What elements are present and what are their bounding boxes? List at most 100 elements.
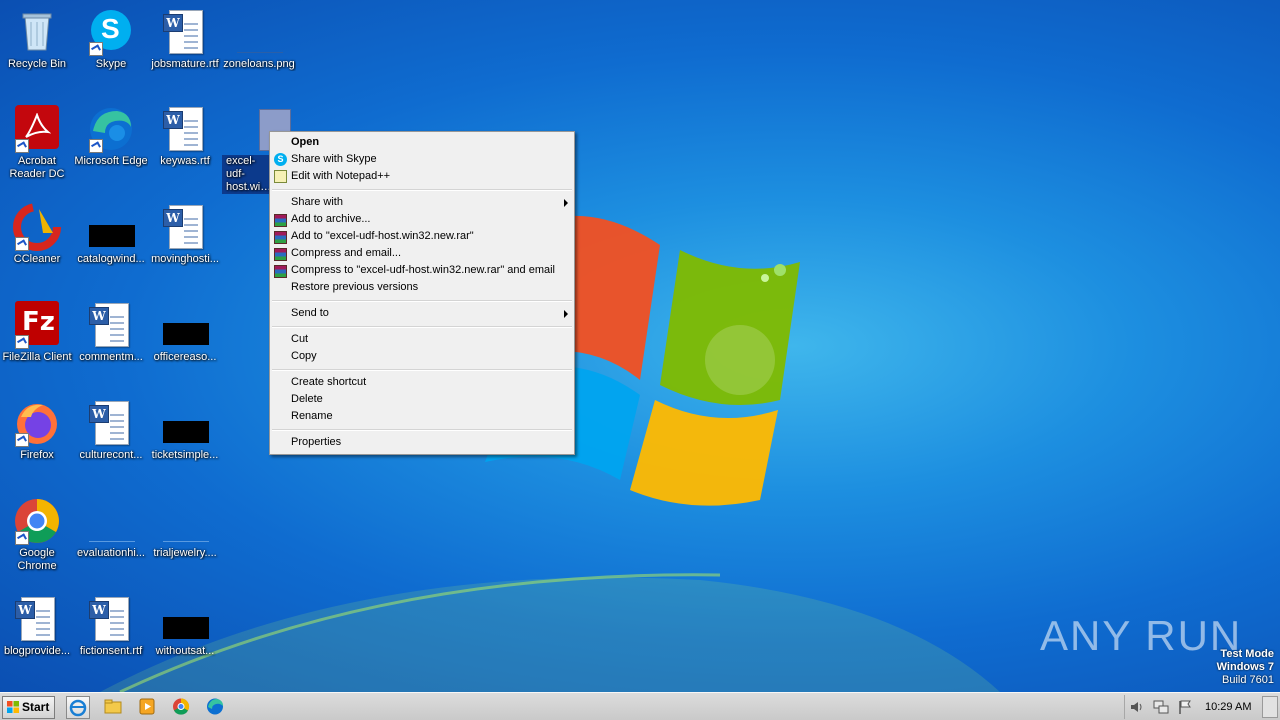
taskbar-media-player[interactable] xyxy=(136,696,158,717)
desktop-file-culturecont[interactable]: W culturecont... xyxy=(74,399,148,462)
desktop-file-ticketsimple[interactable]: ticketsimple... xyxy=(148,399,222,462)
icon-label: officereaso... xyxy=(153,351,217,363)
menu-item-label: Delete xyxy=(291,393,323,405)
desktop-file-zoneloans[interactable]: zoneloans.png xyxy=(222,8,296,71)
icon-label: Acrobat Reader DC xyxy=(9,155,65,180)
system-tray xyxy=(1124,695,1280,719)
word-badge-icon: W xyxy=(89,307,109,325)
internet-explorer-icon xyxy=(69,699,87,717)
firefox-icon[interactable]: Firefox xyxy=(0,399,74,462)
menu-item-restore-previous-versions[interactable]: Restore previous versions xyxy=(270,279,574,296)
taskbar-chrome[interactable] xyxy=(170,696,192,717)
image-thumbnail-icon xyxy=(89,225,135,247)
desktop-file-jobsmature[interactable]: W jobsmature.rtf xyxy=(148,8,222,71)
desktop-file-trialjewelry[interactable]: trialjewelry.... xyxy=(148,497,222,560)
desktop-file-evaluationhi[interactable]: evaluationhi... xyxy=(74,497,148,560)
menu-separator xyxy=(272,300,572,302)
filezilla-icon[interactable]: Fz FileZilla Client xyxy=(0,301,74,364)
desktop[interactable]: Recycle Bin Acrobat Reader DC CCleaner F… xyxy=(0,0,1280,692)
menu-item-add-to-rar[interactable]: Add to "excel-udf-host.win32.new.rar" xyxy=(270,228,574,245)
trash-icon xyxy=(22,13,52,51)
word-badge-icon: W xyxy=(163,111,183,129)
show-desktop-button[interactable] xyxy=(1262,696,1278,718)
menu-item-properties[interactable]: Properties xyxy=(270,434,574,451)
desktop-file-blogprovide[interactable]: W blogprovide... xyxy=(0,595,74,658)
menu-item-open[interactable]: Open xyxy=(270,134,574,151)
taskbar-edge[interactable] xyxy=(204,696,226,717)
menu-item-label: Compress and email... xyxy=(291,247,402,259)
menu-item-share-with-skype[interactable]: S Share with Skype xyxy=(270,151,574,168)
winrar-icon xyxy=(274,214,287,227)
icon-label: keywas.rtf xyxy=(160,155,210,167)
shortcut-arrow-icon xyxy=(15,139,29,153)
taskbar-internet-explorer[interactable] xyxy=(66,696,90,719)
icon-label: jobsmature.rtf xyxy=(151,58,219,70)
skype-logo-icon: S xyxy=(101,13,120,44)
desktop-file-catalogwind[interactable]: catalogwind... xyxy=(74,203,148,266)
menu-item-create-shortcut[interactable]: Create shortcut xyxy=(270,374,574,391)
desktop-file-officereaso[interactable]: officereaso... xyxy=(148,301,222,364)
submenu-arrow-icon xyxy=(564,310,568,318)
menu-item-label: Cut xyxy=(291,333,309,345)
word-badge-icon: W xyxy=(89,405,109,423)
filezilla-logo-icon: Fz xyxy=(22,307,55,337)
image-thumbnail-icon xyxy=(237,30,283,53)
menu-item-rename[interactable]: Rename xyxy=(270,408,574,425)
menu-item-label: Copy xyxy=(291,350,317,362)
icon-label: culturecont... xyxy=(79,449,143,461)
menu-item-delete[interactable]: Delete xyxy=(270,391,574,408)
shortcut-arrow-icon xyxy=(89,139,103,153)
google-chrome-icon[interactable]: Google Chrome xyxy=(0,497,74,573)
volume-icon[interactable] xyxy=(1129,699,1145,715)
winrar-icon xyxy=(274,265,287,278)
menu-item-cut[interactable]: Cut xyxy=(270,331,574,348)
chrome-icon xyxy=(173,698,190,715)
menu-separator xyxy=(272,189,572,191)
media-player-icon xyxy=(139,698,155,715)
menu-item-add-to-archive[interactable]: Add to archive... xyxy=(270,211,574,228)
menu-separator xyxy=(272,429,572,431)
taskbar-clock[interactable]: 10:29 AM xyxy=(1205,693,1251,720)
desktop-file-commentm[interactable]: W commentm... xyxy=(74,301,148,364)
action-center-flag-icon[interactable] xyxy=(1177,699,1193,715)
menu-item-send-to[interactable]: Send to xyxy=(270,305,574,322)
taskbar-file-explorer[interactable] xyxy=(102,696,124,717)
ccleaner-icon[interactable]: CCleaner xyxy=(0,203,74,266)
shortcut-arrow-icon xyxy=(89,42,103,56)
watermark-line: Windows 7 xyxy=(1216,661,1274,673)
microsoft-edge-icon[interactable]: Microsoft Edge xyxy=(74,105,148,168)
menu-item-copy[interactable]: Copy xyxy=(270,348,574,365)
shortcut-arrow-icon xyxy=(15,335,29,349)
word-badge-icon: W xyxy=(163,209,183,227)
menu-item-label: Share with xyxy=(291,196,343,208)
anyrun-logo: ANY RUN xyxy=(1040,612,1243,659)
desktop-file-movinghosti[interactable]: W movinghosti... xyxy=(148,203,222,266)
shortcut-arrow-icon xyxy=(15,237,29,251)
acrobat-reader-icon[interactable]: Acrobat Reader DC xyxy=(0,105,74,181)
word-badge-icon: W xyxy=(163,14,183,32)
menu-item-compress-to-rar-and-email[interactable]: Compress to "excel-udf-host.win32.new.ra… xyxy=(270,262,574,279)
start-button[interactable]: Start xyxy=(2,696,55,719)
acrobat-logo-icon xyxy=(25,113,51,138)
desktop-file-keywas[interactable]: W keywas.rtf xyxy=(148,105,222,168)
winrar-icon xyxy=(274,248,287,261)
icon-label: evaluationhi... xyxy=(77,547,145,559)
taskbar: Start 10:29 AM xyxy=(0,692,1280,720)
menu-item-label: Restore previous versions xyxy=(291,281,419,293)
menu-item-compress-and-email[interactable]: Compress and email... xyxy=(270,245,574,262)
menu-item-label: Create shortcut xyxy=(291,376,367,388)
menu-item-share-with[interactable]: Share with xyxy=(270,194,574,211)
network-icon[interactable] xyxy=(1153,699,1169,715)
menu-item-label: Properties xyxy=(291,436,342,448)
recycle-bin-icon[interactable]: Recycle Bin xyxy=(0,8,74,71)
icon-label: zoneloans.png xyxy=(223,58,295,70)
menu-item-label: Compress to "excel-udf-host.win32.new.ra… xyxy=(291,264,555,276)
menu-separator xyxy=(272,326,572,328)
skype-icon[interactable]: S Skype xyxy=(74,8,148,71)
desktop-file-withoutsat[interactable]: withoutsat... xyxy=(148,595,222,658)
word-badge-icon: W xyxy=(15,601,35,619)
icon-label: movinghosti... xyxy=(151,253,219,265)
image-thumbnail-icon xyxy=(163,617,209,639)
desktop-file-fictionsent[interactable]: W fictionsent.rtf xyxy=(74,595,148,658)
menu-item-edit-with-notepadpp[interactable]: Edit with Notepad++ xyxy=(270,168,574,185)
